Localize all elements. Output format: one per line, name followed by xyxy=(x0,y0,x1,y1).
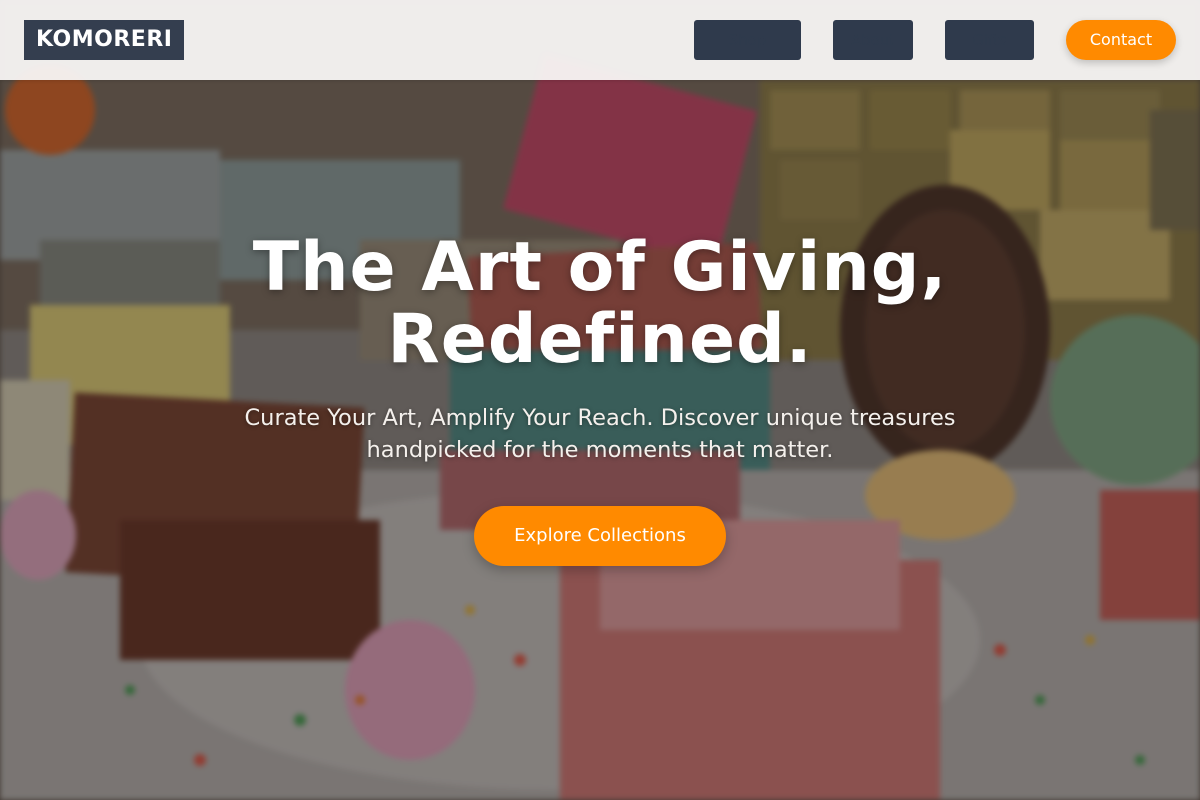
hero-subtitle-line-1: Curate Your Art, Amplify Your Reach. Dis… xyxy=(244,405,956,431)
hero-title-line-1: The Art of Giving, xyxy=(252,228,948,307)
hero-dark-overlay xyxy=(0,0,1200,800)
hero-subtitle: Curate Your Art, Amplify Your Reach. Dis… xyxy=(200,402,1000,466)
hero-title-line-2: Redefined. xyxy=(387,300,813,379)
nav-item-gifts[interactable]: Gifts xyxy=(945,20,1034,60)
nav-item-about[interactable]: About xyxy=(833,20,913,60)
brand-logo[interactable]: KOMORERI xyxy=(24,20,185,60)
explore-collections-button[interactable]: Explore Collections xyxy=(474,506,726,566)
nav-item-shop[interactable]: Shop xyxy=(694,20,801,60)
contact-button[interactable]: Contact xyxy=(1066,20,1176,60)
site-header: KOMORERI Shop About Gifts Contact xyxy=(0,0,1200,80)
hero-title: The Art of Giving, Redefined. xyxy=(150,232,1050,376)
hero-subtitle-line-2: handpicked for the moments that matter. xyxy=(366,437,834,463)
